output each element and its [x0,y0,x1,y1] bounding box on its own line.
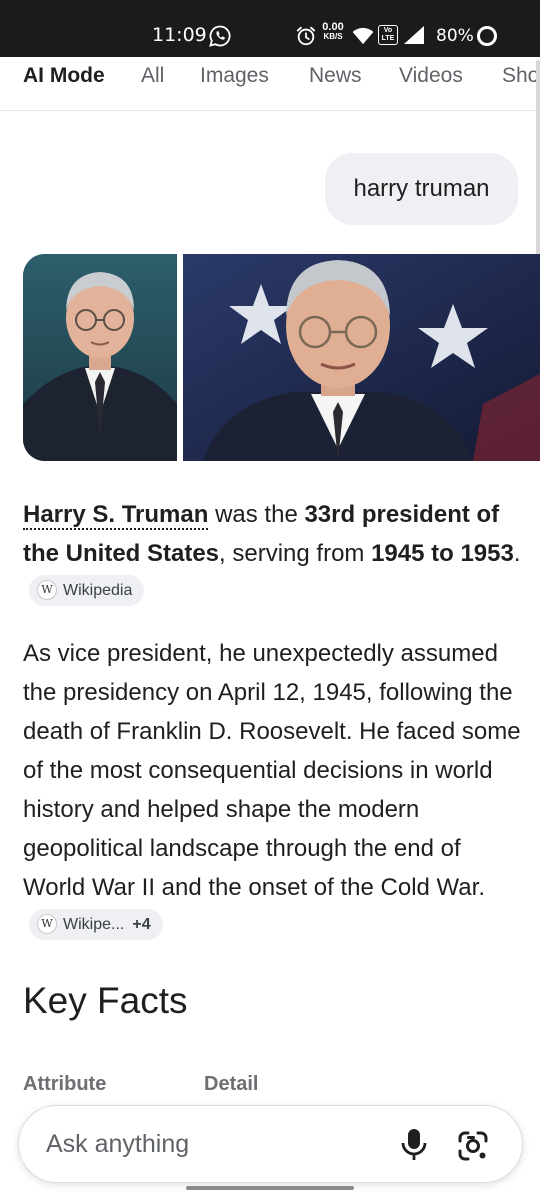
tab-videos[interactable]: Videos [399,64,463,88]
wifi-icon [352,27,374,45]
source-chip-wikipedia[interactable]: W Wikipedia [29,575,145,607]
source-chip-wikipedia-more[interactable]: W Wikipe... +4 [29,909,163,941]
search-tabs: AI Mode All Images News Videos Sho [0,57,540,111]
volte-icon: Vo LTE [378,25,398,45]
answer-paragraph-2: As vice president, he unexpectedly assum… [23,634,523,946]
tab-news[interactable]: News [309,64,362,88]
answer-paragraph-1: Harry S. Truman was the 33rd president o… [23,495,523,612]
home-gesture-bar[interactable] [186,1186,354,1190]
signal-icon [404,26,424,44]
image-carousel[interactable] [23,254,540,461]
user-query-bubble: harry truman [325,153,518,225]
microphone-icon[interactable] [399,1128,429,1162]
status-bar: 11:09 0.00 KB/S Vo LTE 80% [0,0,540,57]
alarm-icon [296,26,316,46]
status-time: 11:09 [152,24,207,46]
tab-all[interactable]: All [141,64,164,88]
wikipedia-icon: W [37,913,57,934]
tab-shopping[interactable]: Sho [502,64,539,88]
tab-images[interactable]: Images [200,64,269,88]
network-speed: 0.00 KB/S [322,21,344,41]
key-facts-heading: Key Facts [23,980,188,1021]
google-lens-icon[interactable] [457,1130,489,1162]
ask-bar [18,1105,523,1183]
truman-portrait-image[interactable] [23,254,177,461]
battery-percent: 80% [436,26,474,46]
truman-flag-portrait-image[interactable] [183,254,540,461]
tab-ai-mode[interactable]: AI Mode [23,64,105,88]
entity-link[interactable]: Harry S. Truman [23,501,209,530]
ask-input[interactable] [46,1126,366,1162]
battery-icon [477,26,497,46]
whatsapp-icon [209,25,231,47]
wikipedia-icon: W [37,579,57,600]
